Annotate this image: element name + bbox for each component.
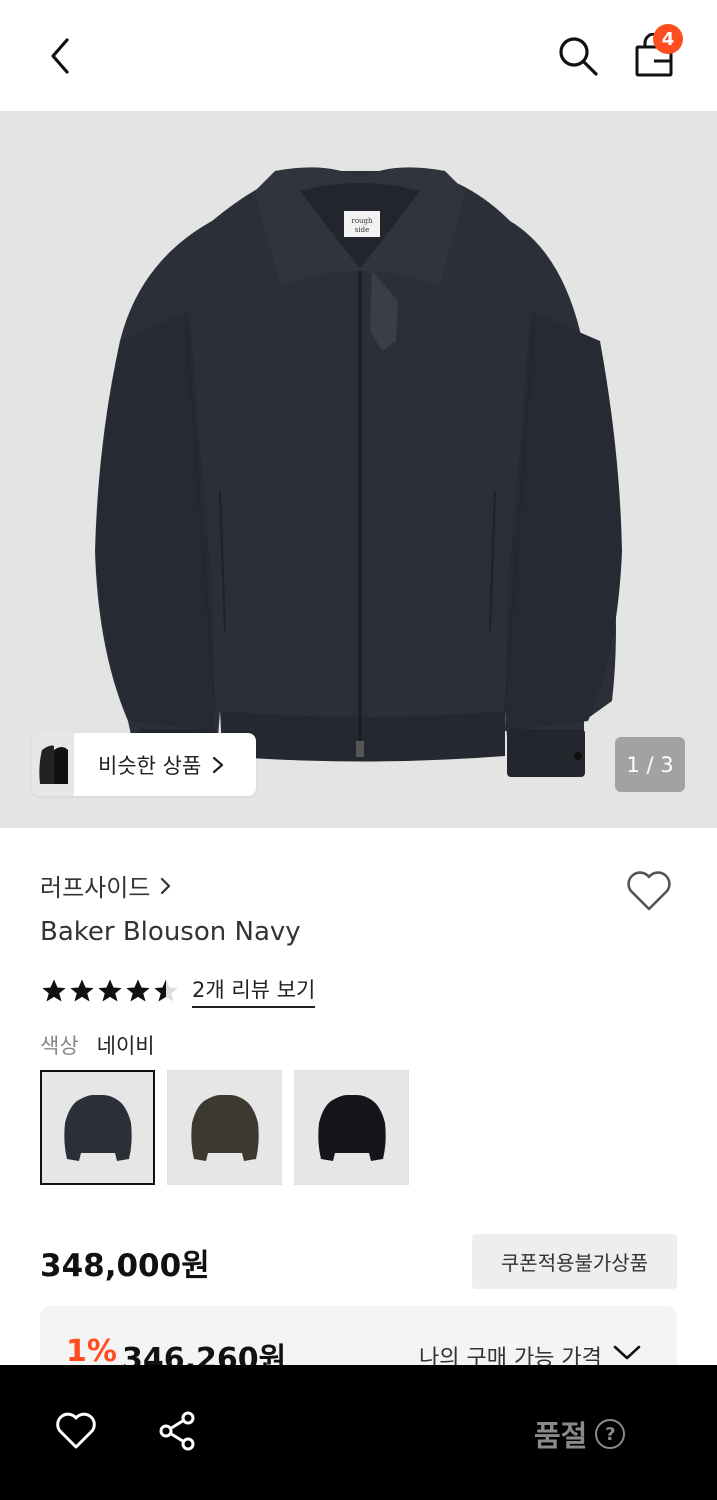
star-icon [126, 979, 150, 1002]
product-image[interactable]: rough side 1 / 3 [0, 111, 717, 828]
jacket-thumbnail [317, 1094, 386, 1161]
jacket-thumbnail [63, 1094, 132, 1161]
back-button[interactable] [36, 30, 84, 82]
heart-icon [627, 871, 671, 911]
similar-products-thumbnail [32, 733, 74, 796]
sold-out-status: 품절 ? [534, 1413, 626, 1455]
bottom-action-bar: 품절 ? [0, 1365, 717, 1500]
half-star-icon [154, 979, 178, 1002]
color-value: 네이비 [96, 1034, 155, 1058]
rating-row: 2개 리뷰 보기 [40, 974, 316, 1008]
color-swatches [40, 1070, 409, 1185]
chevron-down-icon[interactable] [612, 1344, 642, 1362]
brand-name: 러프사이드 [40, 874, 151, 902]
star-icon [42, 979, 66, 1002]
svg-text:rough: rough [351, 217, 373, 225]
brand-link[interactable]: 러프사이드 [40, 868, 172, 903]
review-link[interactable]: 2개 리뷰 보기 [192, 974, 316, 1008]
search-icon [559, 37, 598, 76]
chevron-right-icon [161, 877, 171, 894]
image-page-indicator: 1 / 3 [615, 737, 685, 792]
star-rating [40, 977, 180, 1005]
share-icon [159, 1411, 195, 1451]
product-name: Baker Blouson Navy [40, 917, 301, 947]
cart-count-badge: 4 [653, 24, 683, 54]
jacket-thumbnail [190, 1094, 259, 1161]
wishlist-bottom-button[interactable] [50, 1405, 102, 1457]
sold-out-label: 품절 [534, 1419, 588, 1453]
star-icon [70, 979, 94, 1002]
color-row: 색상 네이비 [40, 1030, 155, 1060]
similar-products-label: 비슷한 상품 [98, 753, 202, 778]
svg-text:side: side [355, 226, 369, 234]
jacket-image: rough side [95, 167, 622, 777]
share-button[interactable] [152, 1405, 204, 1457]
similar-products-button[interactable]: 비슷한 상품 [32, 733, 256, 796]
discount-percent: 1% [66, 1334, 117, 1369]
help-icon[interactable]: ? [595, 1419, 626, 1449]
search-button[interactable] [552, 30, 604, 82]
wishlist-button[interactable] [622, 866, 676, 916]
product-price: 348,000원 [40, 1248, 210, 1284]
color-swatch-black[interactable] [294, 1070, 409, 1185]
top-bar: 4 [0, 0, 717, 111]
heart-icon [56, 1412, 96, 1449]
chevron-right-icon [213, 756, 224, 773]
chevron-left-icon [51, 38, 69, 74]
coupon-unavailable-button[interactable]: 쿠폰적용불가상품 [472, 1234, 677, 1289]
color-label: 색상 [40, 1034, 79, 1058]
color-swatch-navy[interactable] [40, 1070, 155, 1185]
star-icon [98, 979, 122, 1002]
color-swatch-olive[interactable] [167, 1070, 282, 1185]
